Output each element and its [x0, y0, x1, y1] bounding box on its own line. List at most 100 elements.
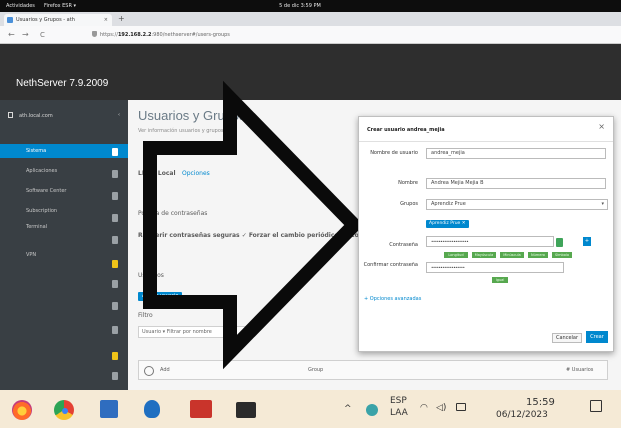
group-chip[interactable]: Aprendiz Prue ✕	[426, 220, 469, 228]
dashboard-icon[interactable]	[112, 148, 118, 156]
confirm-password-label: Confirmar contraseña	[363, 262, 418, 268]
modal-divider	[359, 141, 613, 142]
browser-tab-strip: Usuarios y Grupos - ath × +	[0, 12, 621, 26]
user-icon[interactable]	[112, 214, 118, 222]
show-password-icon[interactable]	[556, 238, 563, 247]
browser-nav-bar: ← → C https://192.168.2.2:980/nethserver…	[0, 26, 621, 44]
filter-label: Filtro	[138, 312, 153, 319]
reload-button[interactable]: C	[40, 29, 45, 41]
system-top-bar: Actividades Firefox ESR ▾ 5 de dic 3:59 …	[0, 0, 621, 12]
taskbar: ^ ESP LAA ◠ ◁) 15:59 06/12/2023	[0, 390, 621, 428]
browser-tab[interactable]: Usuarios y Grupos - ath ×	[4, 14, 112, 26]
groups-select[interactable]: Aprendiz Prue ▾	[426, 199, 608, 210]
folder-icon[interactable]	[112, 260, 118, 268]
groups-label: Grupos	[400, 201, 418, 207]
close-icon[interactable]: ×	[598, 123, 605, 131]
groups-select-value: Aprendiz Prue	[431, 201, 466, 207]
server-icon	[8, 112, 13, 118]
fullname-label: Nombre	[398, 180, 418, 186]
app-header: NethServer 7.9.2009	[0, 44, 621, 100]
language-top[interactable]: ESP	[390, 396, 407, 406]
new-tab-button[interactable]: +	[118, 14, 125, 24]
users-count: # Usuarios	[566, 367, 594, 373]
policy-heading: Política de contraseñas	[138, 210, 208, 217]
confirm-password-field[interactable]: ••••••••••••••••••	[426, 262, 564, 273]
activities-button[interactable]: Actividades	[6, 0, 35, 12]
tab-title: Usuarios y Grupos - ath	[16, 17, 75, 23]
url-host: 192.168.2.2	[117, 32, 152, 38]
strength-lowercase: Minúscula	[500, 252, 524, 258]
forward-button[interactable]: →	[22, 29, 29, 41]
notification-icon[interactable]	[590, 400, 602, 412]
url-prefix: https://	[100, 32, 118, 38]
sidebar-item-sistema[interactable]: Sistema	[0, 144, 128, 158]
app-menu[interactable]: Firefox ESR ▾	[44, 0, 76, 12]
toolbox-icon[interactable]	[190, 400, 212, 418]
sidebar-item-aplicaciones[interactable]: Aplicaciones	[0, 164, 128, 178]
network-icon[interactable]	[112, 302, 118, 310]
outlook-icon[interactable]	[100, 400, 118, 418]
username-label: Nombre de usuario	[370, 150, 418, 156]
filter-input[interactable]: Usuario ▾ Filtrar por nombre	[138, 326, 248, 338]
page-title: Usuarios y Grupos	[138, 108, 246, 123]
storage-icon[interactable]	[112, 280, 118, 288]
terminal-icon[interactable]	[236, 402, 256, 418]
sidebar-item-terminal[interactable]: Terminal	[0, 220, 128, 234]
tab-close-icon[interactable]: ×	[104, 14, 108, 26]
add-row-label[interactable]: Add	[160, 367, 170, 373]
onedrive-icon[interactable]	[366, 404, 378, 416]
strength-uppercase: Mayúscula	[472, 252, 496, 258]
users-table-row	[138, 360, 608, 380]
firefox-icon[interactable]	[12, 400, 32, 420]
add-circle-icon[interactable]	[144, 366, 154, 376]
sidebar-host[interactable]: ath.local.com ‹	[8, 112, 120, 119]
collapse-icon[interactable]: ‹	[118, 112, 120, 118]
language-bottom[interactable]: LAA	[390, 408, 408, 418]
url-bar[interactable]: https://192.168.2.2:980/nethserver#/user…	[92, 30, 322, 40]
add-user-button[interactable]: Añadir usuario	[138, 292, 183, 301]
password-field[interactable]: ••••••••••••••••••••	[426, 236, 554, 247]
ldap-options-link[interactable]: Opciones	[182, 170, 210, 177]
teams-icon[interactable]	[144, 400, 160, 418]
chrome-center-icon	[62, 408, 68, 414]
taskbar-time[interactable]: 15:59	[526, 398, 555, 408]
strength-number: Número	[528, 252, 548, 258]
users-icon[interactable]	[112, 192, 118, 200]
modal-title: Crear usuario andrea_mejia	[367, 127, 445, 133]
screen: Actividades Firefox ESR ▾ 5 de dic 3:59 …	[0, 0, 621, 428]
group-column: Group	[308, 367, 324, 373]
chevron-down-icon: ▾	[601, 201, 604, 207]
tools-icon[interactable]	[112, 326, 118, 334]
ldap-label: LDAP Local	[138, 170, 176, 177]
advanced-options-link[interactable]: + Opciones avanzadas	[364, 296, 421, 302]
url-path: :980/nethserver#/users-groups	[151, 32, 230, 38]
wifi-icon[interactable]: ◠	[420, 403, 428, 413]
volume-icon[interactable]: ◁)	[436, 403, 446, 413]
strength-symbol: Símbolo	[552, 252, 572, 258]
host-name: ath.local.com	[19, 113, 53, 119]
generate-password-button[interactable]: +	[583, 237, 591, 246]
share-icon[interactable]	[112, 236, 118, 244]
battery-icon[interactable]	[456, 403, 466, 411]
username-field[interactable]: andrea_mejia	[426, 148, 606, 159]
sidebar-item-vpn[interactable]: VPN	[0, 248, 128, 262]
sidebar-item-software-center[interactable]: Software Center	[0, 184, 128, 198]
favicon-icon	[7, 17, 13, 23]
notes-icon[interactable]	[112, 352, 118, 360]
back-button[interactable]: ←	[8, 29, 15, 41]
create-button[interactable]: Crear	[586, 331, 608, 343]
system-clock[interactable]: 5 de dic 3:59 PM	[279, 0, 321, 12]
match-indicator: Igual	[492, 277, 508, 283]
apps-icon[interactable]	[112, 170, 118, 178]
tray-chevron-icon[interactable]: ^	[344, 404, 352, 414]
fullname-field[interactable]: Andrea Mejia Mejia B	[426, 178, 606, 189]
shield-icon	[92, 31, 97, 37]
users-heading: Usuarios	[138, 272, 164, 279]
app-brand[interactable]: NethServer 7.9.2009	[16, 78, 108, 89]
sidebar-item-subscription[interactable]: Subscription	[0, 204, 128, 218]
cancel-button[interactable]: Cancelar	[552, 333, 582, 343]
logs-icon[interactable]	[112, 372, 118, 380]
taskbar-date[interactable]: 06/12/2023	[496, 410, 548, 420]
password-label: Contraseña	[389, 242, 418, 248]
strength-length: Longitud	[444, 252, 468, 258]
